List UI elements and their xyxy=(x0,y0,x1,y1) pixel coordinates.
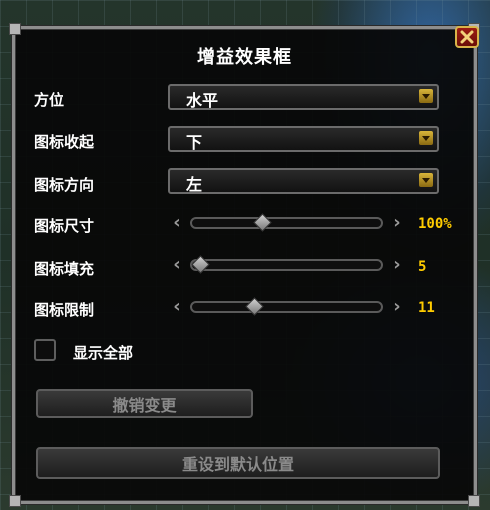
orientation-label: 方位 xyxy=(34,91,65,109)
dropdown-arrow-icon[interactable] xyxy=(419,173,433,187)
close-button[interactable] xyxy=(455,26,479,48)
dropdown-arrow-icon[interactable] xyxy=(419,131,433,145)
icon-limit-value: 11 xyxy=(418,300,435,316)
icon-size-value: 100% xyxy=(418,216,452,232)
chevron-right-icon[interactable]: › xyxy=(390,256,404,274)
icon-collapse-label: 图标收起 xyxy=(34,133,95,151)
chevron-left-icon[interactable]: ‹ xyxy=(170,256,184,274)
dropdown-arrow-icon[interactable] xyxy=(419,89,433,103)
panel-corner xyxy=(468,495,480,507)
icon-size-label: 图标尺寸 xyxy=(34,217,95,235)
show-all-label: 显示全部 xyxy=(73,344,134,362)
panel-title: 增益效果框 xyxy=(197,47,292,68)
icon-direction-dropdown[interactable]: 左 xyxy=(168,168,439,194)
icon-padding-value: 5 xyxy=(418,259,427,275)
icon-direction-value: 左 xyxy=(186,175,203,194)
panel-corner xyxy=(9,495,21,507)
chevron-left-icon[interactable]: ‹ xyxy=(170,298,184,316)
chevron-right-icon[interactable]: › xyxy=(390,298,404,316)
revert-changes-button[interactable]: 撤销变更 xyxy=(36,389,253,418)
icon-padding-slider[interactable] xyxy=(190,259,383,271)
icon-padding-label: 图标填充 xyxy=(34,260,95,278)
orientation-value: 水平 xyxy=(186,91,219,110)
icon-collapse-value: 下 xyxy=(186,133,203,152)
chevron-right-icon[interactable]: › xyxy=(390,214,404,232)
icon-size-slider[interactable] xyxy=(190,217,383,229)
panel-corner xyxy=(9,23,21,35)
icon-collapse-dropdown[interactable]: 下 xyxy=(168,126,439,152)
orientation-dropdown[interactable]: 水平 xyxy=(168,84,439,110)
icon-limit-slider[interactable] xyxy=(190,301,383,313)
icon-direction-label: 图标方向 xyxy=(34,176,95,194)
chevron-left-icon[interactable]: ‹ xyxy=(170,214,184,232)
show-all-checkbox[interactable] xyxy=(34,339,56,361)
reset-default-position-button[interactable]: 重设到默认位置 xyxy=(36,447,440,479)
icon-limit-label: 图标限制 xyxy=(34,301,95,319)
close-x-icon xyxy=(460,30,474,44)
